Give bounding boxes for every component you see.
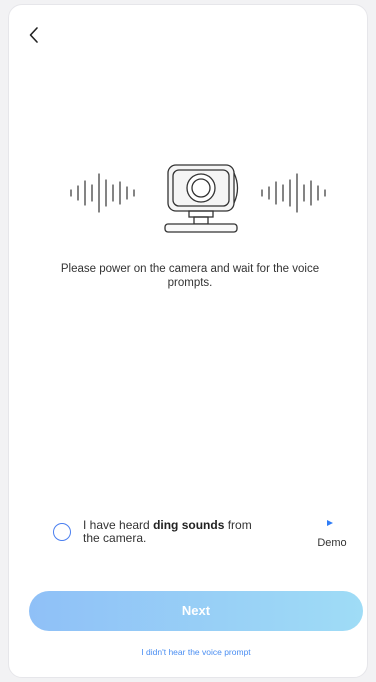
next-button[interactable]: Next [29, 591, 363, 631]
back-button[interactable] [23, 23, 47, 47]
demo-label: Demo [317, 537, 347, 549]
sound-wave-icon [261, 173, 326, 213]
play-icon [327, 520, 333, 526]
instruction-text: Please power on the camera and wait for … [60, 263, 320, 289]
demo-button[interactable]: Demo [297, 513, 355, 559]
confirm-label: I have heard ding sounds from the camera… [83, 519, 263, 545]
sound-wave-icon [70, 173, 135, 213]
confirm-row: I have heard ding sounds from the camera… [51, 513, 357, 559]
heard-ding-radio[interactable] [53, 523, 71, 541]
screen: Please power on the camera and wait for … [8, 4, 368, 678]
confirm-text-bold: ding sounds [153, 518, 225, 532]
confirm-text-before: I have heard [83, 518, 154, 532]
camera-sound-illustration [70, 164, 326, 233]
camera-icon [164, 164, 239, 233]
no-voice-prompt-link[interactable]: I didn't hear the voice prompt [29, 647, 363, 657]
chevron-left-icon [29, 27, 38, 43]
